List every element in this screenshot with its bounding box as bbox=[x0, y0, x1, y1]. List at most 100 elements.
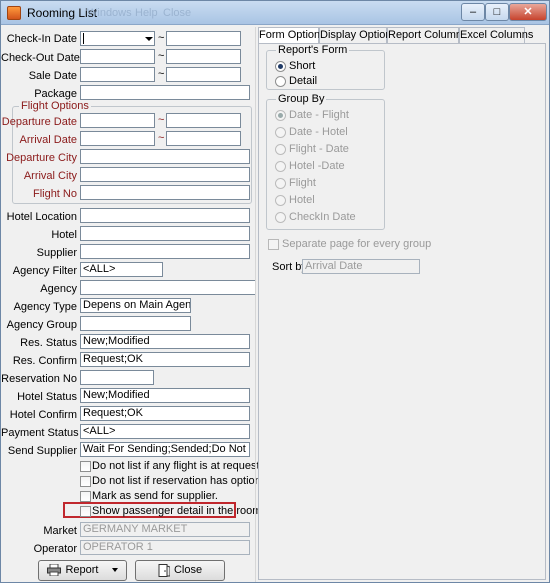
res-status-input[interactable]: New;Modified bbox=[80, 334, 250, 349]
hotel-location-input[interactable] bbox=[80, 208, 250, 223]
departure-date-label: Departure Date bbox=[1, 116, 77, 128]
short-radio[interactable] bbox=[275, 61, 286, 72]
range-separator: ~ bbox=[158, 114, 165, 126]
market-label: Market bbox=[43, 525, 77, 537]
title-bar[interactable]: Rooming List Windows Help Close – □ ✕ bbox=[1, 1, 549, 25]
group-hotel-date-radio[interactable] bbox=[275, 161, 286, 172]
show-passenger-detail-checkbox[interactable] bbox=[80, 506, 91, 517]
ghost-menu-windows: Windows bbox=[87, 7, 132, 19]
departure-city-label: Departure City bbox=[6, 152, 77, 164]
separate-page-checkbox[interactable] bbox=[268, 239, 279, 250]
checkin-date-from-input[interactable] bbox=[80, 31, 155, 46]
checkout-date-to-input[interactable] bbox=[166, 49, 241, 64]
separate-page-label: Separate page for every group bbox=[282, 238, 432, 250]
group-date-hotel-label: Date - Hotel bbox=[289, 126, 348, 138]
tab-excel-columns[interactable]: Excel Columns bbox=[459, 27, 533, 43]
hotel-input[interactable] bbox=[80, 226, 250, 241]
sale-date-to-input[interactable] bbox=[166, 67, 241, 82]
operator-input[interactable]: OPERATOR 1 bbox=[80, 540, 250, 555]
group-by-group: Group By Date - Flight Date - Hotel Flig… bbox=[266, 93, 385, 230]
arrival-date-from-input[interactable] bbox=[80, 131, 155, 146]
res-confirm-input[interactable]: Request;OK bbox=[80, 352, 250, 367]
market-input[interactable]: GERMANY MARKET bbox=[80, 522, 250, 537]
hotel-status-input[interactable]: New;Modified bbox=[80, 388, 250, 403]
checkout-date-from-input[interactable] bbox=[80, 49, 155, 64]
group-checkin-date-radio[interactable] bbox=[275, 212, 286, 223]
mark-sent-supplier-checkbox[interactable] bbox=[80, 491, 91, 502]
detail-radio[interactable] bbox=[275, 76, 286, 87]
group-date-flight-label: Date - Flight bbox=[289, 109, 349, 121]
hotel-label: Hotel bbox=[51, 229, 77, 241]
maximize-button[interactable]: □ bbox=[485, 3, 509, 21]
no-flight-request-label: Do not list if any flight is at request. bbox=[92, 460, 263, 472]
range-separator: ~ bbox=[158, 50, 165, 62]
report-button[interactable]: Report bbox=[38, 560, 127, 581]
tab-display-options[interactable]: Display Options bbox=[319, 27, 397, 43]
flight-no-input[interactable] bbox=[80, 185, 250, 200]
dropdown-arrow-icon[interactable] bbox=[145, 37, 153, 41]
close-button[interactable]: Close bbox=[135, 560, 225, 581]
minimize-button[interactable]: – bbox=[461, 3, 485, 21]
reports-form-group: Report's Form Short Detail bbox=[266, 44, 385, 90]
hotel-confirm-input[interactable]: Request;OK bbox=[80, 406, 250, 421]
send-supplier-input[interactable]: Wait For Sending;Sended;Do Not Send bbox=[80, 442, 250, 457]
flight-options-title: Flight Options bbox=[19, 100, 91, 112]
supplier-input[interactable] bbox=[80, 244, 250, 259]
send-supplier-label: Send Supplier bbox=[7, 445, 77, 457]
departure-date-from-input[interactable] bbox=[80, 113, 155, 128]
agency-filter-label: Agency Filter bbox=[12, 265, 77, 277]
form-options-panel: Report's Form Short Detail Group By Date… bbox=[258, 43, 546, 580]
close-window-button[interactable]: ✕ bbox=[509, 3, 547, 21]
arrival-date-label: Arrival Date bbox=[19, 134, 77, 146]
app-icon bbox=[7, 6, 21, 20]
departure-city-input[interactable] bbox=[80, 149, 250, 164]
package-input[interactable] bbox=[80, 85, 250, 100]
ghost-menu-close: Close bbox=[163, 7, 192, 19]
package-label: Package bbox=[34, 88, 77, 100]
sale-date-from-input[interactable] bbox=[80, 67, 155, 82]
agency-type-input[interactable]: Depens on Main Agency bbox=[80, 298, 191, 313]
group-flight-radio[interactable] bbox=[275, 178, 286, 189]
arrival-date-to-input[interactable] bbox=[166, 131, 241, 146]
arrival-city-label: Arrival City bbox=[23, 170, 77, 182]
agency-input[interactable] bbox=[80, 280, 256, 295]
checkin-date-to-input[interactable] bbox=[166, 31, 241, 46]
group-date-flight-radio[interactable] bbox=[275, 110, 286, 121]
tab-form-options[interactable]: Form Options bbox=[258, 27, 326, 44]
hotel-confirm-label: Hotel Confirm bbox=[9, 409, 77, 421]
group-hotel-date-label: Hotel -Date bbox=[289, 160, 345, 172]
group-date-hotel-radio[interactable] bbox=[275, 127, 286, 138]
door-exit-icon bbox=[158, 563, 170, 577]
payment-status-input[interactable]: <ALL> bbox=[80, 424, 250, 439]
report-button-label: Report bbox=[65, 564, 99, 576]
flight-no-label: Flight No bbox=[32, 188, 77, 200]
group-flight-label: Flight bbox=[289, 177, 316, 189]
group-flight-date-radio[interactable] bbox=[275, 144, 286, 155]
agency-type-label: Agency Type bbox=[13, 301, 77, 313]
ghost-menu-help: Help bbox=[135, 7, 158, 19]
short-label: Short bbox=[289, 60, 316, 72]
rooming-list-window: Rooming List Windows Help Close – □ ✕ Ch… bbox=[0, 0, 550, 583]
sort-by-select[interactable]: Arrival Date bbox=[302, 259, 420, 274]
agency-group-input[interactable] bbox=[80, 316, 191, 331]
group-checkin-date-label: CheckIn Date bbox=[289, 211, 356, 223]
checkin-date-label: Check-In Date bbox=[6, 33, 77, 45]
arrival-city-input[interactable] bbox=[80, 167, 250, 182]
no-flight-request-checkbox[interactable] bbox=[80, 461, 91, 472]
reservation-no-input[interactable] bbox=[80, 370, 154, 385]
payment-status-label: Payment Status bbox=[1, 427, 79, 439]
detail-label: Detail bbox=[289, 75, 318, 87]
sale-date-label: Sale Date bbox=[28, 70, 77, 82]
report-dropdown-arrow-icon[interactable] bbox=[111, 568, 118, 573]
show-passenger-detail-label: Show passenger detail in the rooms bbox=[92, 505, 267, 517]
group-hotel-radio[interactable] bbox=[275, 195, 286, 206]
printer-icon bbox=[47, 564, 62, 577]
tab-report-columns[interactable]: Report Columns bbox=[387, 27, 467, 43]
no-option-date-checkbox[interactable] bbox=[80, 476, 91, 487]
agency-label: Agency bbox=[40, 283, 77, 295]
departure-date-to-input[interactable] bbox=[166, 113, 241, 128]
operator-label: Operator bbox=[33, 543, 77, 555]
group-hotel-label: Hotel bbox=[289, 194, 315, 206]
mark-sent-supplier-label: Mark as send for supplier. bbox=[92, 490, 218, 502]
agency-filter-input[interactable]: <ALL> bbox=[80, 262, 163, 277]
